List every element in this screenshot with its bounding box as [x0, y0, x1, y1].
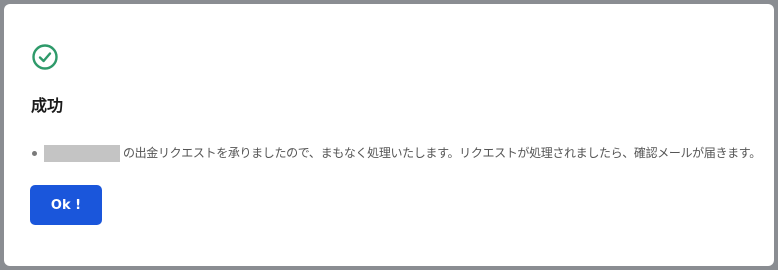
- success-dialog: 成功 の出金リクエストを承りましたので、まもなく処理いたします。リクエストが処理…: [4, 4, 774, 266]
- dialog-message: の出金リクエストを承りましたので、まもなく処理いたします。リクエストが処理されま…: [123, 146, 761, 160]
- check-circle-icon: [32, 44, 58, 70]
- message-list-item: の出金リクエストを承りましたので、まもなく処理いたします。リクエストが処理されま…: [32, 143, 761, 163]
- bullet-icon: [32, 150, 37, 156]
- ok-button[interactable]: Ok !: [30, 185, 102, 225]
- dialog-title: 成功: [31, 96, 64, 115]
- redacted-block: [44, 144, 120, 162]
